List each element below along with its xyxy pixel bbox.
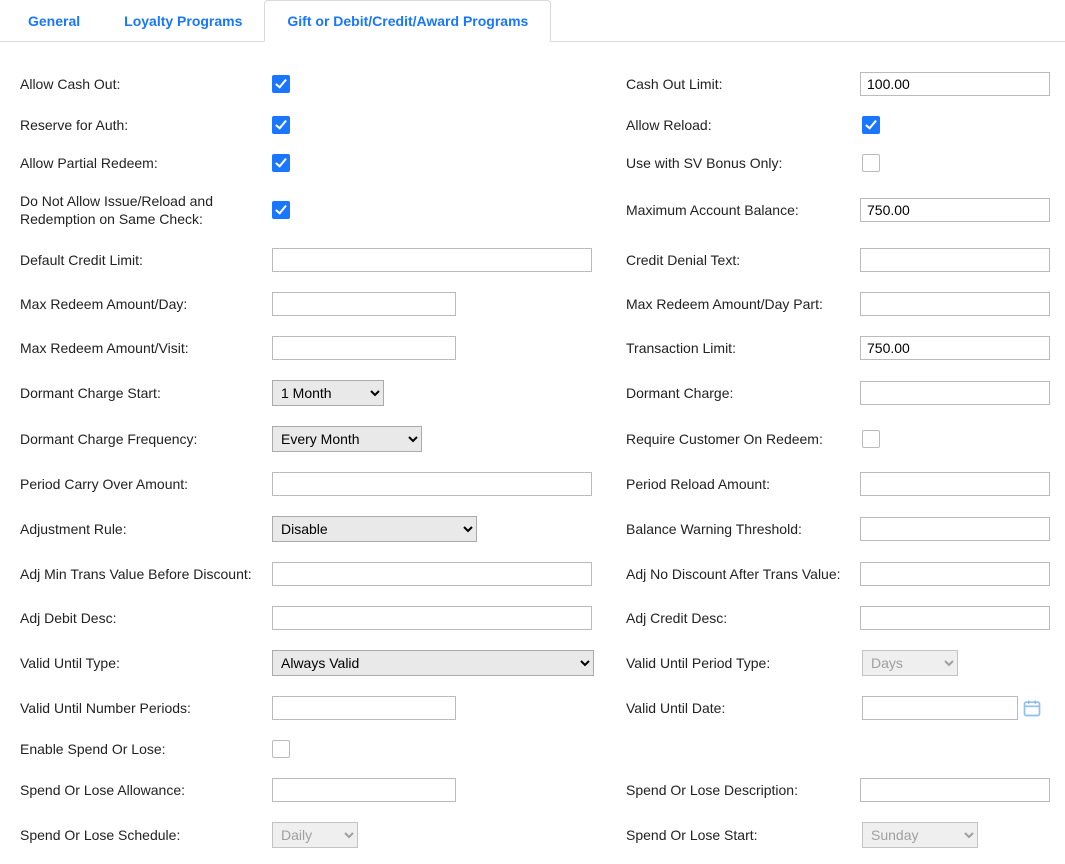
checkbox-enable-spend-or-lose[interactable] — [272, 740, 290, 758]
input-max-redeem-day[interactable] — [272, 292, 456, 316]
label-dormant-charge-start: Dormant Charge Start: — [20, 385, 272, 402]
label-credit-denial-text: Credit Denial Text: — [626, 252, 860, 269]
input-valid-until-number-periods[interactable] — [272, 696, 456, 720]
select-spend-or-lose-schedule[interactable]: Daily — [272, 822, 358, 848]
tab-loyalty[interactable]: Loyalty Programs — [102, 1, 264, 41]
checkbox-allow-partial-redeem[interactable] — [272, 154, 290, 172]
label-valid-until-number-periods: Valid Until Number Periods: — [20, 700, 272, 717]
label-allow-partial-redeem: Allow Partial Redeem: — [20, 155, 272, 172]
label-dormant-charge-frequency: Dormant Charge Frequency: — [20, 431, 272, 448]
input-period-carry-over[interactable] — [272, 472, 592, 496]
checkbox-no-issue-reload-same-check[interactable] — [272, 201, 290, 219]
label-balance-warning: Balance Warning Threshold: — [626, 521, 860, 538]
select-valid-until-period-type[interactable]: Days — [862, 650, 958, 676]
label-valid-until-date: Valid Until Date: — [626, 700, 862, 717]
label-reserve-auth: Reserve for Auth: — [20, 117, 272, 134]
input-max-redeem-day-part[interactable] — [860, 292, 1050, 316]
input-transaction-limit[interactable] — [860, 336, 1050, 360]
tabs-bar: General Loyalty Programs Gift or Debit/C… — [0, 0, 1065, 42]
input-balance-warning[interactable] — [860, 517, 1050, 541]
label-allow-cash-out: Allow Cash Out: — [20, 76, 272, 93]
label-no-issue-reload-same-check: Do Not Allow Issue/Reload and Redemption… — [20, 192, 272, 228]
checkbox-require-customer-redeem[interactable] — [862, 430, 880, 448]
label-period-reload: Period Reload Amount: — [626, 476, 860, 493]
input-adj-debit-desc[interactable] — [272, 606, 592, 630]
input-valid-until-date[interactable] — [862, 696, 1018, 720]
label-adj-debit-desc: Adj Debit Desc: — [20, 610, 272, 627]
label-adj-min-trans: Adj Min Trans Value Before Discount: — [20, 565, 272, 583]
input-spend-or-lose-allowance[interactable] — [272, 778, 456, 802]
label-valid-until-period-type: Valid Until Period Type: — [626, 655, 862, 672]
form-content: Allow Cash Out: Cash Out Limit: Reserve … — [0, 42, 1065, 864]
select-adjustment-rule[interactable]: Disable — [272, 516, 477, 542]
label-adj-no-discount: Adj No Discount After Trans Value: — [626, 565, 860, 583]
label-max-redeem-day: Max Redeem Amount/Day: — [20, 296, 272, 313]
input-spend-or-lose-description[interactable] — [860, 778, 1050, 802]
select-dormant-charge-start[interactable]: 1 Month — [272, 380, 384, 406]
checkbox-allow-cash-out[interactable] — [272, 75, 290, 93]
label-enable-spend-or-lose: Enable Spend Or Lose: — [20, 741, 272, 758]
input-default-credit-limit[interactable] — [272, 248, 592, 272]
select-spend-or-lose-start[interactable]: Sunday — [862, 822, 978, 848]
tab-gift-debit-credit-award[interactable]: Gift or Debit/Credit/Award Programs — [264, 0, 551, 42]
calendar-icon[interactable] — [1021, 697, 1043, 719]
input-adj-no-discount[interactable] — [860, 562, 1050, 586]
label-sv-bonus-only: Use with SV Bonus Only: — [626, 155, 862, 172]
input-adj-credit-desc[interactable] — [860, 606, 1050, 630]
label-dormant-charge: Dormant Charge: — [626, 385, 860, 402]
label-max-redeem-visit: Max Redeem Amount/Visit: — [20, 340, 272, 357]
label-allow-reload: Allow Reload: — [626, 117, 862, 134]
input-credit-denial-text[interactable] — [860, 248, 1050, 272]
label-spend-or-lose-description: Spend Or Lose Description: — [626, 782, 860, 799]
label-max-account-balance: Maximum Account Balance: — [626, 202, 860, 219]
checkbox-allow-reload[interactable] — [862, 116, 880, 134]
input-max-redeem-visit[interactable] — [272, 336, 456, 360]
input-adj-min-trans[interactable] — [272, 562, 592, 586]
input-dormant-charge[interactable] — [860, 381, 1050, 405]
label-adjustment-rule: Adjustment Rule: — [20, 521, 272, 538]
label-spend-or-lose-allowance: Spend Or Lose Allowance: — [20, 782, 272, 799]
checkbox-sv-bonus-only[interactable] — [862, 154, 880, 172]
label-spend-or-lose-start: Spend Or Lose Start: — [626, 827, 862, 844]
label-require-customer-redeem: Require Customer On Redeem: — [626, 430, 862, 448]
input-period-reload[interactable] — [860, 472, 1050, 496]
select-dormant-charge-frequency[interactable]: Every Month — [272, 426, 422, 452]
tab-general[interactable]: General — [6, 1, 102, 41]
label-valid-until-type: Valid Until Type: — [20, 655, 272, 672]
label-cash-out-limit: Cash Out Limit: — [626, 76, 860, 93]
input-max-account-balance[interactable] — [860, 198, 1050, 222]
label-adj-credit-desc: Adj Credit Desc: — [626, 610, 860, 627]
input-cash-out-limit[interactable] — [860, 72, 1050, 96]
label-spend-or-lose-schedule: Spend Or Lose Schedule: — [20, 827, 272, 844]
checkbox-reserve-auth[interactable] — [272, 116, 290, 134]
select-valid-until-type[interactable]: Always Valid — [272, 650, 594, 676]
label-max-redeem-day-part: Max Redeem Amount/Day Part: — [626, 295, 860, 313]
label-transaction-limit: Transaction Limit: — [626, 340, 860, 357]
label-period-carry-over: Period Carry Over Amount: — [20, 476, 272, 493]
label-default-credit-limit: Default Credit Limit: — [20, 252, 272, 269]
